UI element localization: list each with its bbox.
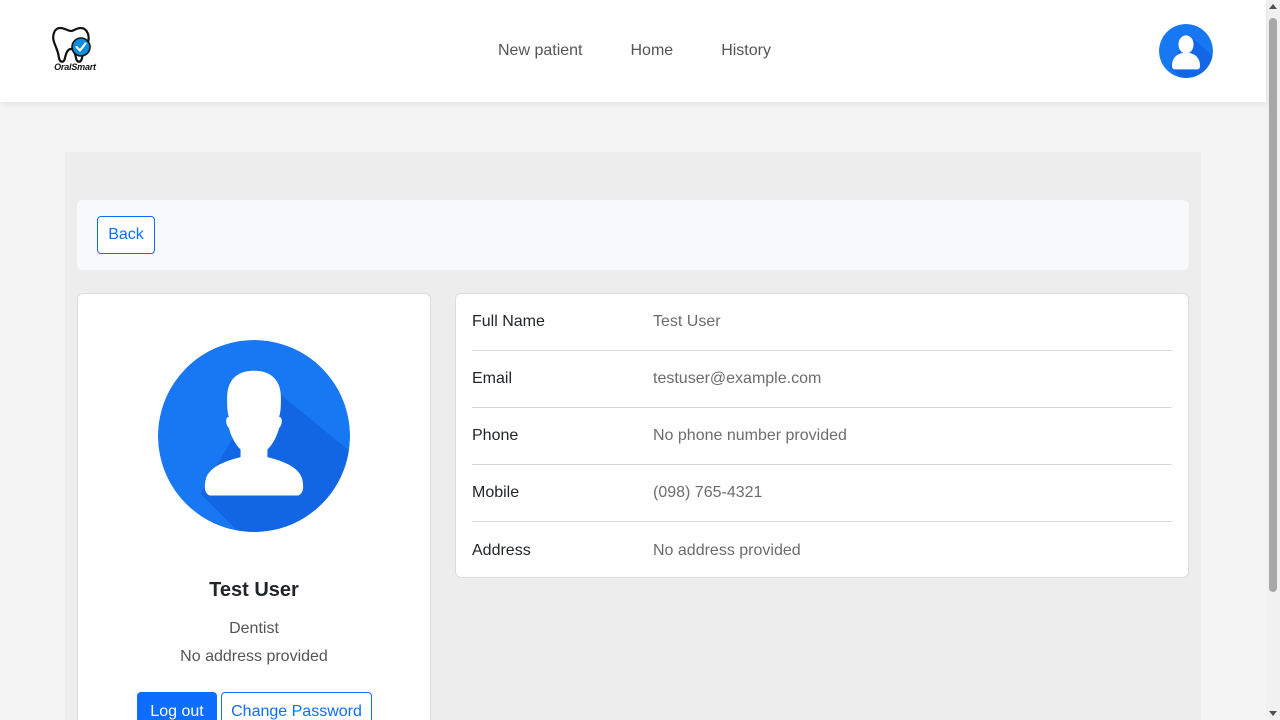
profile-name: Test User — [209, 579, 299, 601]
detail-value: No phone number provided — [653, 427, 847, 444]
back-button[interactable]: Back — [97, 216, 155, 254]
profile-role: Dentist — [229, 620, 279, 637]
detail-label: Phone — [472, 427, 519, 444]
detail-row-address: Address No address provided — [472, 522, 1172, 579]
detail-value: No address provided — [653, 541, 801, 559]
detail-row-email: Email testuser@example.com — [472, 351, 1172, 408]
profile-details-card: Full Name Test User Email testuser@examp… — [455, 293, 1189, 578]
logout-button[interactable]: Log out — [137, 692, 217, 720]
profile-avatar-icon — [158, 340, 350, 532]
detail-row-mobile: Mobile (098) 765-4321 — [472, 465, 1172, 522]
nav-link-new-patient[interactable]: New patient — [498, 42, 583, 60]
detail-row-phone: Phone No phone number provided — [472, 408, 1172, 465]
detail-label: Address — [472, 541, 531, 559]
user-avatar-icon[interactable] — [1159, 24, 1213, 78]
profile-address: No address provided — [180, 648, 328, 665]
change-password-button[interactable]: Change Password — [221, 692, 372, 720]
nav-link-history[interactable]: History — [721, 42, 771, 60]
detail-label: Email — [472, 370, 513, 387]
detail-value: testuser@example.com — [653, 370, 822, 387]
page-scrollbar[interactable] — [1266, 0, 1280, 720]
top-navbar: OralSmart New patient Home History — [0, 0, 1266, 102]
detail-value: Test User — [653, 313, 721, 330]
scroll-up-arrow-icon[interactable] — [1269, 4, 1277, 9]
detail-label: Mobile — [472, 484, 520, 501]
brand-name: OralSmart — [54, 62, 96, 72]
main-nav: New patient Home History — [498, 42, 819, 60]
back-bar: Back — [77, 200, 1189, 270]
scroll-down-arrow-icon[interactable] — [1269, 711, 1277, 716]
scrollbar-thumb[interactable] — [1269, 18, 1277, 592]
detail-label: Full Name — [472, 313, 545, 330]
profile-page-container: Back Test User Dentist No address provid… — [65, 152, 1201, 720]
detail-row-full-name: Full Name Test User — [472, 294, 1172, 351]
detail-value: (098) 765-4321 — [653, 484, 763, 501]
nav-link-home[interactable]: Home — [631, 42, 674, 60]
profile-card: Test User Dentist No address provided Lo… — [77, 293, 431, 720]
